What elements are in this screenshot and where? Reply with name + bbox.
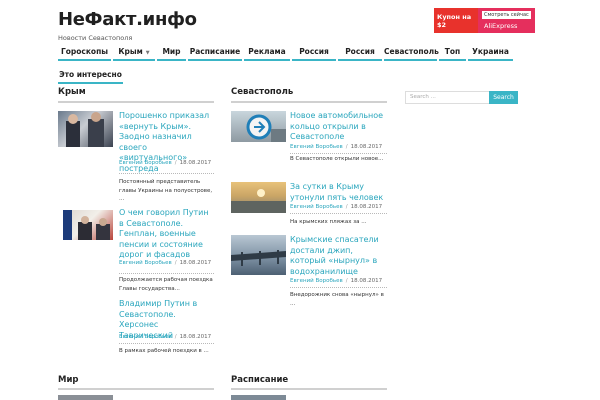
article-title-link[interactable]: За сутки в Крыму утонули пять человек: [290, 182, 387, 203]
banner-cta-button[interactable]: Смотреть сейчас: [482, 11, 531, 19]
article-date: 18.08.2017: [179, 260, 212, 266]
article-thumbnail[interactable]: [58, 395, 113, 400]
divider: [119, 273, 214, 274]
article-date: 18.08.2017: [179, 160, 212, 166]
nav-item-ads[interactable]: Реклама: [244, 42, 290, 61]
banner-promo: Купон на $2: [434, 8, 478, 33]
article-excerpt: На крымских пляжах за ...: [290, 219, 367, 225]
article-excerpt: В рамках рабочей поездки в ...: [119, 348, 209, 354]
article-meta: Евгений Воробьев/18.08.2017: [290, 144, 383, 150]
nav-item-horoscopes[interactable]: Гороскопы: [58, 42, 111, 61]
article-author-link[interactable]: Евгений Воробьев: [290, 278, 343, 284]
article-date: 18.08.2017: [350, 278, 383, 284]
section-rule: [231, 388, 387, 390]
article-title-link[interactable]: О чем говорил Путин в Севастополе. Генпл…: [119, 208, 214, 261]
section-rule: [231, 101, 387, 103]
nav-item-krym[interactable]: Крым ▼: [113, 42, 155, 61]
nav-item-schedule[interactable]: Расписание: [188, 42, 242, 61]
nav-item-interesting[interactable]: Это интересно: [58, 65, 123, 84]
article-author-link[interactable]: Евгений Воробьев: [119, 160, 172, 166]
nav-item-top[interactable]: Топ: [439, 42, 466, 61]
nav-item-mir[interactable]: Мир: [157, 42, 186, 61]
nav-item-ukraine[interactable]: Украина: [468, 42, 513, 61]
article-thumbnail[interactable]: [231, 111, 286, 142]
section-rule: [58, 101, 214, 103]
article-thumbnail[interactable]: [58, 111, 113, 147]
section-title-krym[interactable]: Крым: [58, 87, 86, 97]
article-author-link[interactable]: Евгений Воробьев: [119, 260, 172, 266]
article-thumbnail[interactable]: [58, 210, 113, 240]
article-meta: Евгений Воробьев/18.08.2017: [119, 334, 212, 340]
divider: [290, 213, 387, 214]
article-excerpt: Постоянный представитель главы Украины н…: [119, 179, 213, 202]
section-title-mir[interactable]: Мир: [58, 375, 79, 385]
article-title-link[interactable]: Крымские спасатели достали джип, который…: [290, 235, 387, 277]
article-meta: Евгений Воробьев/18.08.2017: [119, 260, 212, 266]
article-author-link[interactable]: Евгений Воробьев: [290, 204, 343, 210]
article-meta: Евгений Воробьев/18.08.2017: [290, 204, 383, 210]
divider: [119, 173, 214, 174]
article-date: 18.08.2017: [350, 204, 383, 210]
nav-item-sevastopol[interactable]: Севастополь: [384, 42, 439, 61]
section-title-schedule[interactable]: Расписание: [231, 375, 288, 385]
caret-down-icon: ▼: [145, 50, 150, 56]
nav-item-russia[interactable]: Россия: [292, 42, 336, 61]
article-author-link[interactable]: Евгений Воробьев: [290, 144, 343, 150]
search-input[interactable]: Search ...: [405, 91, 490, 104]
article-excerpt: Продолжается рабочая поездка Главы госуд…: [119, 277, 213, 292]
section-rule: [58, 388, 214, 390]
site-tagline: Новости Севастополя: [58, 34, 133, 42]
section-title-sevastopol[interactable]: Севастополь: [231, 87, 293, 97]
divider: [290, 287, 387, 288]
divider: [119, 343, 214, 344]
article-date: 18.08.2017: [350, 144, 383, 150]
article-excerpt: В Севастополе открыли новое...: [290, 156, 384, 162]
article-meta: Евгений Воробьев/18.08.2017: [119, 160, 212, 166]
article-title-link[interactable]: Новое автомобильное кольцо открыли в Сев…: [290, 111, 387, 143]
search-button[interactable]: Search: [489, 91, 518, 104]
article-thumbnail[interactable]: [231, 182, 286, 213]
article-meta: Евгений Воробьев/18.08.2017: [290, 278, 383, 284]
article-author-link[interactable]: Евгений Воробьев: [119, 334, 172, 340]
banner-brand: AliExpress: [484, 22, 518, 30]
aliexpress-banner[interactable]: Купон на $2 Смотреть сейчас AliExpress: [434, 8, 535, 33]
article-thumbnail[interactable]: [231, 235, 286, 275]
article-excerpt: Внедорожник снова «нырнул» в ...: [290, 292, 384, 307]
article-thumbnail[interactable]: [231, 395, 286, 400]
banner-right: Смотреть сейчас AliExpress: [478, 8, 535, 33]
site-title[interactable]: НеФакт.инфо: [58, 9, 197, 30]
nav-item-russia-2[interactable]: Россия: [338, 42, 382, 61]
divider: [290, 153, 387, 154]
article-date: 18.08.2017: [179, 334, 212, 340]
